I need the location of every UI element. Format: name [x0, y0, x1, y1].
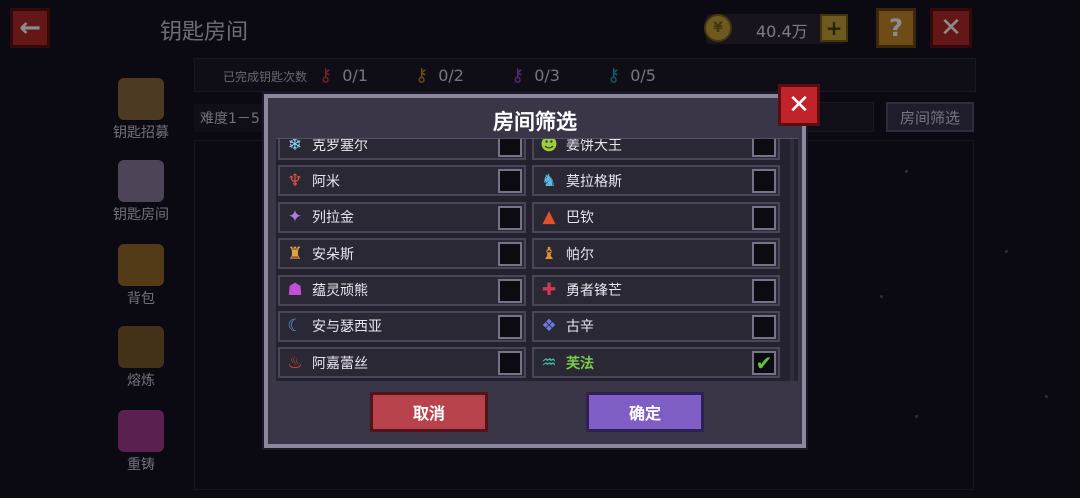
dialog-close-button[interactable]: ✕ [778, 84, 820, 126]
option-checkbox[interactable] [752, 242, 776, 267]
option-row: ✦ 列拉金 ▲ 巴钦 [278, 201, 798, 233]
room-option-label: 列拉金 [312, 210, 354, 227]
option-row: ♨ 阿嘉蕾丝 ♒ 芙法 ✔ [278, 347, 798, 379]
room-option[interactable]: ☾ 安与瑟西亚 [278, 310, 526, 342]
boss-portrait-icon: ♆ [287, 170, 303, 191]
checkmark-icon: ✔ [755, 351, 773, 376]
room-option[interactable]: ▲ 巴钦 [532, 201, 780, 233]
option-row: ❄ 克罗塞尔 ☻ 姜饼大王 [278, 138, 798, 160]
option-checkbox[interactable] [498, 351, 522, 376]
cancel-button[interactable]: 取消 [370, 392, 488, 432]
boss-portrait-icon: ❄ [287, 138, 303, 155]
room-option-label: 芙法 [566, 355, 594, 372]
boss-portrait-icon: ♞ [541, 170, 557, 191]
boss-portrait-icon: ☾ [287, 316, 303, 337]
option-checkbox[interactable] [752, 205, 776, 230]
room-option-label: 蕴灵顽熊 [312, 283, 368, 300]
room-option[interactable]: ❄ 克罗塞尔 [278, 138, 526, 160]
room-option-label: 安朵斯 [312, 246, 354, 263]
option-row: ☗ 蕴灵顽熊 ✚ 勇者锋芒 [278, 274, 798, 306]
option-checkbox[interactable] [498, 242, 522, 267]
scrollbar[interactable] [790, 139, 794, 381]
room-option[interactable]: ♒ 芙法 ✔ [532, 347, 780, 379]
confirm-button[interactable]: 确定 [586, 392, 704, 432]
room-option-list[interactable]: ❄ 克罗塞尔 ☻ 姜饼大王 ♆ 阿米 ♞ 莫拉格斯 ✦ 列拉金 ▲ 巴钦 ♜ 安朵斯 ♝ 帕尔 ☗ 蕴灵顽熊 ✚ 勇者… [276, 138, 798, 381]
boss-portrait-icon: ✚ [541, 280, 557, 301]
option-checkbox[interactable] [752, 314, 776, 339]
room-option[interactable]: ☻ 姜饼大王 [532, 138, 780, 160]
room-option-label: 莫拉格斯 [566, 173, 622, 190]
room-option[interactable]: ♝ 帕尔 [532, 238, 780, 270]
room-option[interactable]: ☗ 蕴灵顽熊 [278, 274, 526, 306]
boss-portrait-icon: ♜ [287, 243, 303, 264]
room-option-label: 勇者锋芒 [566, 283, 622, 300]
close-icon: ✕ [788, 90, 810, 120]
room-option-label: 阿嘉蕾丝 [312, 355, 368, 372]
room-option-label: 安与瑟西亚 [312, 319, 382, 336]
boss-portrait-icon: ♝ [541, 243, 557, 264]
room-option[interactable]: ♨ 阿嘉蕾丝 [278, 347, 526, 379]
option-checkbox[interactable] [498, 169, 522, 194]
room-option[interactable]: ✦ 列拉金 [278, 201, 526, 233]
room-option[interactable]: ♆ 阿米 [278, 165, 526, 197]
option-row: ♆ 阿米 ♞ 莫拉格斯 [278, 165, 798, 197]
boss-portrait-icon: ✦ [287, 207, 303, 228]
option-row: ♜ 安朵斯 ♝ 帕尔 [278, 238, 798, 270]
boss-portrait-icon: ❖ [541, 316, 557, 337]
room-option-label: 阿米 [312, 173, 340, 190]
option-checkbox[interactable] [752, 278, 776, 303]
boss-portrait-icon: ▲ [542, 207, 556, 228]
option-checkbox[interactable] [498, 205, 522, 230]
option-row: ☾ 安与瑟西亚 ❖ 古辛 [278, 310, 798, 342]
option-checkbox[interactable]: ✔ [752, 351, 776, 376]
boss-portrait-icon: ☻ [540, 138, 558, 155]
room-option-label: 古辛 [566, 319, 594, 336]
option-checkbox[interactable] [752, 139, 776, 157]
room-option[interactable]: ♞ 莫拉格斯 [532, 165, 780, 197]
room-option-label: 帕尔 [566, 246, 594, 263]
room-option-label: 克罗塞尔 [312, 138, 368, 154]
room-option[interactable]: ✚ 勇者锋芒 [532, 274, 780, 306]
option-checkbox[interactable] [752, 169, 776, 194]
room-option[interactable]: ❖ 古辛 [532, 310, 780, 342]
room-option[interactable]: ♜ 安朵斯 [278, 238, 526, 270]
room-option-label: 巴钦 [566, 210, 594, 227]
option-checkbox[interactable] [498, 139, 522, 157]
dialog-title: 房间筛选 [493, 110, 577, 134]
room-option-label: 姜饼大王 [566, 138, 622, 154]
boss-portrait-icon: ☗ [287, 280, 303, 301]
option-checkbox[interactable] [498, 314, 522, 339]
option-checkbox[interactable] [498, 278, 522, 303]
boss-portrait-icon: ♒ [541, 352, 557, 373]
boss-portrait-icon: ♨ [287, 352, 303, 373]
room-filter-dialog: 房间筛选 ✕ ❄ 克罗塞尔 ☻ 姜饼大王 ♆ 阿米 ♞ 莫拉格斯 ✦ 列拉金 ▲ 巴钦 ♜ 安朵斯 ♝ 帕尔 ☗… [264, 84, 820, 448]
